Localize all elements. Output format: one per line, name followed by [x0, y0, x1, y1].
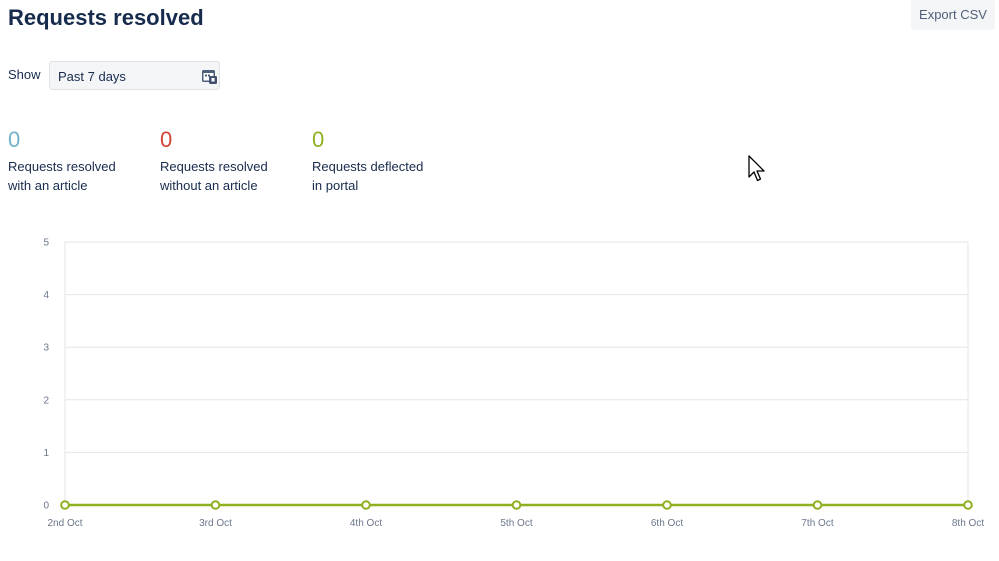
x-tick-label: 7th Oct: [801, 518, 833, 529]
y-tick-label: 0: [43, 501, 49, 512]
y-tick-label: 2: [43, 395, 49, 406]
y-tick-label: 3: [43, 343, 49, 354]
y-tick-label: 1: [43, 448, 49, 459]
data-point: [361, 500, 371, 510]
x-tick-label: 2nd Oct: [47, 518, 82, 529]
x-tick-label: 3rd Oct: [199, 518, 232, 529]
x-tick-label: 6th Oct: [651, 518, 683, 529]
data-point: [963, 500, 973, 510]
requests-line-chart: 0 1 2 3 4 5 2nd Oct 3rd Oct 4th Oct 5th Oct 6th Oc…: [43, 238, 984, 530]
x-tick-label: 5th Oct: [500, 518, 532, 529]
data-point: [662, 500, 672, 510]
data-point: [60, 500, 70, 510]
y-tick-label: 4: [43, 290, 49, 301]
data-point: [210, 500, 221, 510]
y-tick-label: 5: [43, 238, 49, 249]
mouse-pointer-icon: [748, 155, 765, 182]
x-tick-label: 4th Oct: [350, 518, 382, 529]
x-tick-label: 8th Oct: [952, 518, 984, 529]
data-point: [812, 500, 823, 510]
data-point: [511, 500, 522, 510]
plot-frame: [64, 241, 969, 506]
